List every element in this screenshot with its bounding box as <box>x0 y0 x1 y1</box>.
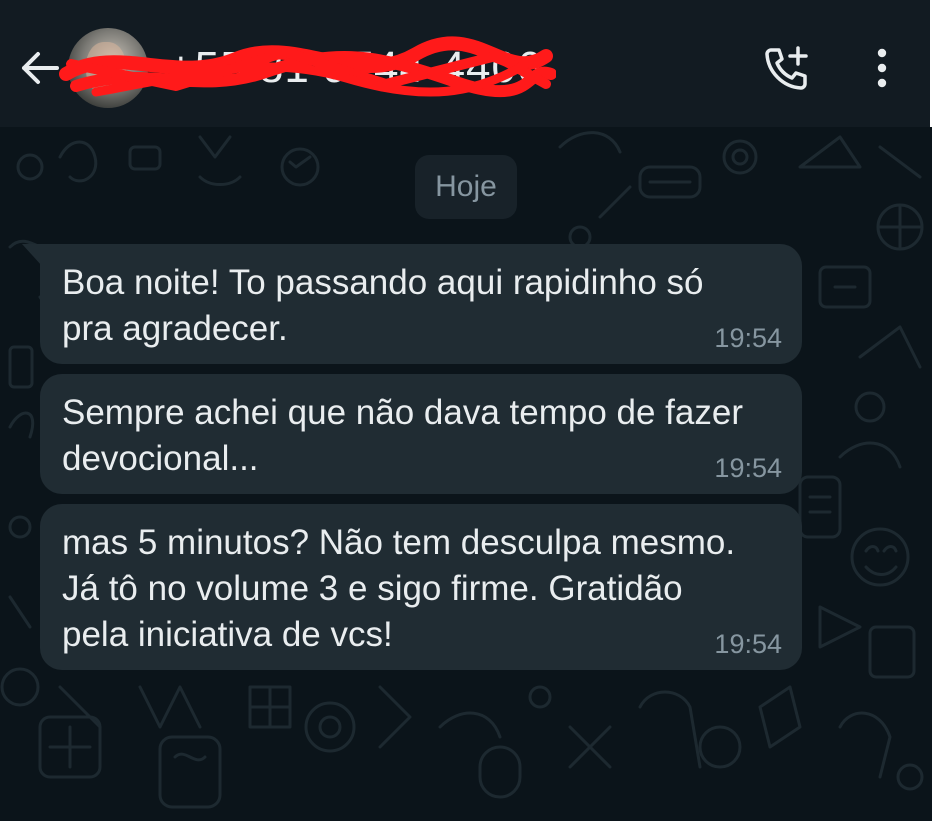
message-time: 19:54 <box>714 323 782 353</box>
message-text: Sempre achei que não dava tempo de fazer… <box>62 393 743 478</box>
message-time: 19:54 <box>714 453 782 483</box>
message-bubble-3[interactable]: mas 5 minutos? Não tem desculpa mesmo. J… <box>40 504 802 670</box>
message-bubble-1[interactable]: Boa noite! To passando aqui rapidinho só… <box>40 244 802 364</box>
add-call-button[interactable] <box>760 44 812 92</box>
message-text: mas 5 minutos? Não tem desculpa mesmo. J… <box>62 523 736 654</box>
contact-name[interactable]: +55 81 9744-4406 <box>168 40 542 96</box>
chat-area[interactable]: Hoje Boa noite! To passando aqui rapidin… <box>0 127 932 821</box>
arrow-left-icon <box>22 52 59 84</box>
date-separator: Hoje <box>415 155 517 219</box>
message-bubble-2[interactable]: Sempre achei que não dava tempo de fazer… <box>40 374 802 494</box>
more-options-button[interactable] <box>860 44 904 92</box>
add-call-icon <box>765 46 808 90</box>
contact-avatar[interactable] <box>68 28 148 108</box>
message-text: Boa noite! To passando aqui rapidinho só… <box>62 263 704 348</box>
back-button[interactable] <box>18 44 62 92</box>
bubble-tail <box>22 244 42 266</box>
vertical-dots-icon <box>877 48 887 88</box>
avatar-face <box>86 42 126 94</box>
whatsapp-chat-screen: +55 81 9744-4406 Hoje Boa noite! To pass… <box>0 0 932 821</box>
chat-header: +55 81 9744-4406 <box>0 0 930 129</box>
message-time: 19:54 <box>714 629 782 659</box>
